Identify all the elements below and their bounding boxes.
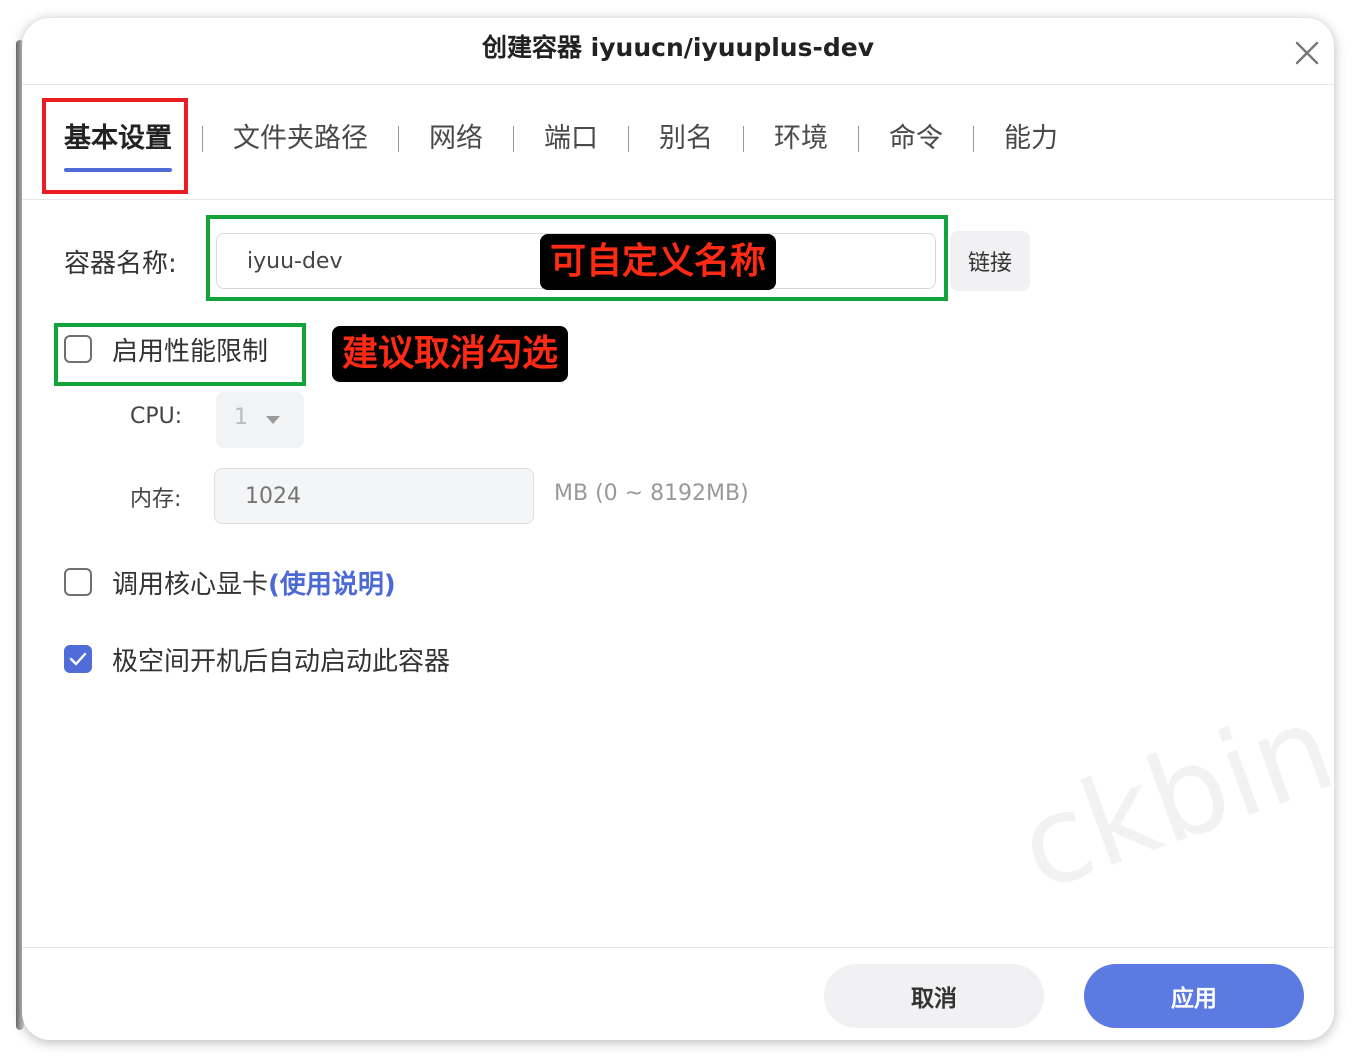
gpu-row: 调用核心显卡(使用说明) bbox=[112, 564, 396, 601]
container-name-label: 容器名称: bbox=[64, 249, 177, 279]
memory-input[interactable] bbox=[214, 468, 534, 524]
apply-button[interactable]: 应用 bbox=[1084, 964, 1304, 1028]
link-button[interactable]: 链接 bbox=[950, 231, 1030, 291]
close-icon[interactable] bbox=[1294, 40, 1320, 66]
tab-ports[interactable]: 端口 bbox=[544, 114, 598, 164]
tab-separator bbox=[743, 126, 744, 152]
create-container-dialog: 创建容器 iyuucn/iyuuplus-dev 基本设置 文件夹路径 网络 端… bbox=[22, 18, 1334, 1040]
dialog-title: 创建容器 iyuucn/iyuuplus-dev bbox=[481, 33, 875, 62]
tab-separator bbox=[858, 126, 859, 152]
chevron-down-icon bbox=[266, 416, 280, 424]
tab-bar: 基本设置 文件夹路径 网络 端口 别名 环境 命令 能力 bbox=[64, 114, 1058, 172]
cpu-label: CPU: bbox=[130, 404, 183, 429]
autostart-label: 极空间开机后自动启动此容器 bbox=[112, 647, 451, 677]
tab-command[interactable]: 命令 bbox=[889, 114, 943, 164]
header-divider bbox=[22, 84, 1334, 85]
tab-capabilities[interactable]: 能力 bbox=[1004, 114, 1058, 164]
callout-name: 可自定义名称 bbox=[540, 234, 777, 290]
cancel-button[interactable]: 取消 bbox=[824, 964, 1044, 1028]
gpu-label: 调用核心显卡 bbox=[112, 570, 269, 600]
tab-environment[interactable]: 环境 bbox=[774, 114, 828, 164]
tab-folder-paths[interactable]: 文件夹路径 bbox=[233, 114, 368, 164]
watermark: ckbin bbox=[1002, 678, 1334, 919]
cpu-value: 1 bbox=[234, 405, 248, 430]
gpu-checkbox[interactable] bbox=[64, 568, 92, 596]
highlight-box-basic-tab bbox=[42, 98, 188, 194]
highlight-box-perf bbox=[54, 323, 306, 386]
tab-separator bbox=[513, 126, 514, 152]
autostart-checkbox[interactable] bbox=[64, 645, 92, 673]
footer-divider bbox=[22, 947, 1334, 948]
memory-label: 内存: bbox=[130, 487, 182, 512]
tab-separator bbox=[398, 126, 399, 152]
tabs-divider bbox=[22, 199, 1334, 200]
tab-separator bbox=[628, 126, 629, 152]
callout-perf: 建议取消勾选 bbox=[332, 326, 569, 382]
tab-alias[interactable]: 别名 bbox=[659, 114, 713, 164]
tab-network[interactable]: 网络 bbox=[429, 114, 483, 164]
gpu-help-link[interactable]: (使用说明) bbox=[268, 570, 396, 600]
tab-separator bbox=[973, 126, 974, 152]
checkmark-icon bbox=[69, 652, 87, 666]
tab-separator bbox=[202, 126, 203, 152]
memory-range-hint: MB (0 ~ 8192MB) bbox=[554, 481, 749, 506]
cpu-select[interactable]: 1 bbox=[216, 392, 304, 448]
